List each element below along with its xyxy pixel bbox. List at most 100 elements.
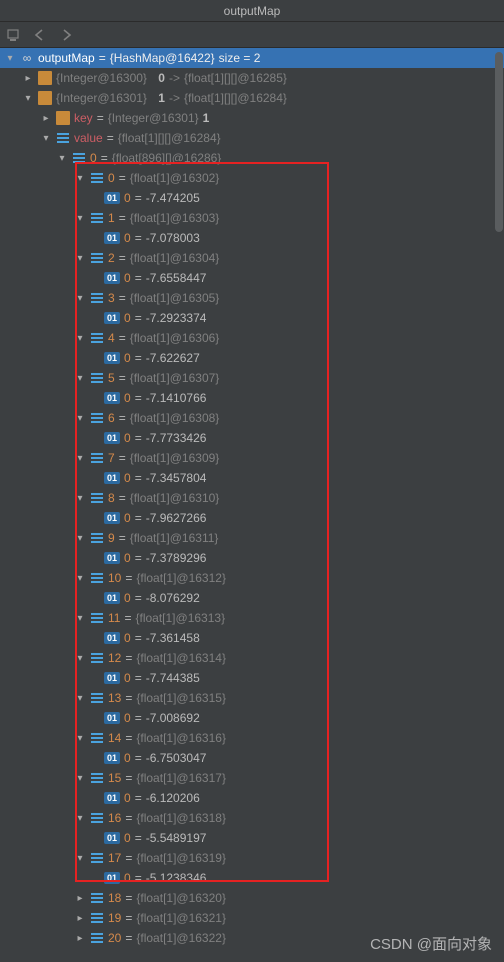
array-item[interactable]: ▾0 = {float[1]@16302} xyxy=(0,168,504,188)
array-leaf[interactable]: 010 = -7.3789296 xyxy=(0,548,504,568)
index-label: 0 xyxy=(124,671,131,685)
array-leaf[interactable]: 010 = -8.076292 xyxy=(0,588,504,608)
array-leaf[interactable]: 010 = -7.744385 xyxy=(0,668,504,688)
array-item[interactable]: ▾4 = {float[1]@16306} xyxy=(0,328,504,348)
collapse-arrow-icon[interactable]: ▸ xyxy=(74,893,86,904)
array-item[interactable]: ▾2 = {float[1]@16304} xyxy=(0,248,504,268)
new-watch-icon[interactable] xyxy=(6,27,22,43)
array-leaf[interactable]: 010 = -7.1410766 xyxy=(0,388,504,408)
scrollbar[interactable] xyxy=(494,48,504,962)
expand-arrow-icon[interactable]: ▾ xyxy=(74,733,86,744)
array-leaf[interactable]: 010 = -7.622627 xyxy=(0,348,504,368)
array-item[interactable]: ▾16 = {float[1]@16318} xyxy=(0,808,504,828)
expand-arrow-icon[interactable]: ▾ xyxy=(74,333,86,344)
value-type: {float[1]@16307} xyxy=(130,371,220,385)
primitive-icon: 01 xyxy=(104,232,120,244)
collapse-arrow-icon[interactable]: ▸ xyxy=(74,913,86,924)
expand-arrow-icon[interactable]: ▾ xyxy=(74,173,86,184)
expand-arrow-icon[interactable]: ▾ xyxy=(74,773,86,784)
array-item[interactable]: ▾13 = {float[1]@16315} xyxy=(0,688,504,708)
back-arrow-icon[interactable] xyxy=(32,27,48,43)
value-type: {float[1]@16312} xyxy=(136,571,226,585)
value-type: {float[1]@16319} xyxy=(136,851,226,865)
array-item[interactable]: ▾3 = {float[1]@16305} xyxy=(0,288,504,308)
array-leaf[interactable]: 010 = -6.120206 xyxy=(0,788,504,808)
array-item[interactable]: ▾1 = {float[1]@16303} xyxy=(0,208,504,228)
equals-text: = xyxy=(135,871,142,885)
expand-arrow-icon[interactable]: ▾ xyxy=(74,533,86,544)
array-item[interactable]: ▾14 = {float[1]@16316} xyxy=(0,728,504,748)
expand-arrow-icon[interactable]: ▾ xyxy=(74,293,86,304)
array-level-0[interactable]: ▾ 0 = {float[896][]@16286} xyxy=(0,148,504,168)
array-leaf[interactable]: 010 = -7.474205 xyxy=(0,188,504,208)
scroll-thumb[interactable] xyxy=(495,52,503,232)
expand-arrow-icon[interactable]: ▾ xyxy=(74,253,86,264)
index-label: 5 xyxy=(108,371,115,385)
index-label: 0 xyxy=(124,431,131,445)
array-item[interactable]: ▾8 = {float[1]@16310} xyxy=(0,488,504,508)
root-row[interactable]: ▾ ∞ outputMap = {HashMap@16422} size = 2 xyxy=(0,48,504,68)
expand-arrow-icon[interactable]: ▾ xyxy=(74,693,86,704)
expand-arrow-icon[interactable]: ▾ xyxy=(22,93,34,104)
float-value: -6.120206 xyxy=(146,791,200,805)
primitive-icon: 01 xyxy=(104,472,120,484)
entry-value-row[interactable]: ▾ value = {float[1][][]@16284} xyxy=(0,128,504,148)
array-icon xyxy=(90,731,104,745)
float-value: -7.2923374 xyxy=(146,311,207,325)
expand-arrow-icon[interactable]: ▾ xyxy=(56,153,68,164)
expand-arrow-icon[interactable]: ▾ xyxy=(74,573,86,584)
collapse-arrow-icon[interactable]: ▸ xyxy=(74,933,86,944)
array-leaf[interactable]: 010 = -7.361458 xyxy=(0,628,504,648)
index-label: 0 xyxy=(124,511,131,525)
float-value: -7.078003 xyxy=(146,231,200,245)
array-leaf[interactable]: 010 = -7.9627266 xyxy=(0,508,504,528)
expand-arrow-icon[interactable]: ▾ xyxy=(74,853,86,864)
array-item[interactable]: ▸19 = {float[1]@16321} xyxy=(0,908,504,928)
array-leaf[interactable]: 010 = -7.078003 xyxy=(0,228,504,248)
value-type: {float[1]@16317} xyxy=(136,771,226,785)
expand-arrow-icon[interactable]: ▾ xyxy=(74,493,86,504)
array-item[interactable]: ▾7 = {float[1]@16309} xyxy=(0,448,504,468)
array-item[interactable]: ▸18 = {float[1]@16320} xyxy=(0,888,504,908)
expand-arrow-icon[interactable]: ▾ xyxy=(74,413,86,424)
primitive-icon: 01 xyxy=(104,752,120,764)
equals-text: = xyxy=(135,511,142,525)
array-item[interactable]: ▾15 = {float[1]@16317} xyxy=(0,768,504,788)
array-item[interactable]: ▾5 = {float[1]@16307} xyxy=(0,368,504,388)
expand-arrow-icon[interactable]: ▾ xyxy=(74,613,86,624)
array-leaf[interactable]: 010 = -5.1238346 xyxy=(0,868,504,888)
array-leaf[interactable]: 010 = -5.5489197 xyxy=(0,828,504,848)
expand-arrow-icon[interactable]: ▾ xyxy=(74,653,86,664)
expand-arrow-icon[interactable]: ▾ xyxy=(4,53,16,64)
array-leaf[interactable]: 010 = -7.2923374 xyxy=(0,308,504,328)
array-leaf[interactable]: 010 = -7.3457804 xyxy=(0,468,504,488)
collapse-arrow-icon[interactable]: ▸ xyxy=(22,73,34,84)
entry-key-row[interactable]: ▸ key = {Integer@16301} 1 xyxy=(0,108,504,128)
array-leaf[interactable]: 010 = -6.7503047 xyxy=(0,748,504,768)
equals-text: = xyxy=(125,931,132,945)
array-item[interactable]: ▸20 = {float[1]@16322} xyxy=(0,928,504,948)
expand-arrow-icon[interactable]: ▾ xyxy=(74,813,86,824)
array-item[interactable]: ▾17 = {float[1]@16319} xyxy=(0,848,504,868)
expand-arrow-icon[interactable]: ▾ xyxy=(40,133,52,144)
expand-arrow-icon[interactable]: ▾ xyxy=(74,453,86,464)
map-entry-0[interactable]: ▸ {Integer@16300} 0 -> {float[1][][]@162… xyxy=(0,68,504,88)
array-item[interactable]: ▾10 = {float[1]@16312} xyxy=(0,568,504,588)
value-type: {float[1][][]@16284} xyxy=(118,131,221,145)
map-entry-1[interactable]: ▾ {Integer@16301} 1 -> {float[1][][]@162… xyxy=(0,88,504,108)
index-label: 2 xyxy=(108,251,115,265)
array-leaf[interactable]: 010 = -7.008692 xyxy=(0,708,504,728)
array-leaf[interactable]: 010 = -7.7733426 xyxy=(0,428,504,448)
array-item[interactable]: ▾11 = {float[1]@16313} xyxy=(0,608,504,628)
collapse-arrow-icon[interactable]: ▸ xyxy=(40,113,52,124)
array-leaf[interactable]: 010 = -7.6558447 xyxy=(0,268,504,288)
forward-arrow-icon[interactable] xyxy=(58,27,74,43)
equals-text: = xyxy=(135,351,142,365)
float-value: -7.3789296 xyxy=(146,551,207,565)
expand-arrow-icon[interactable]: ▾ xyxy=(74,373,86,384)
array-item[interactable]: ▾9 = {float[1]@16311} xyxy=(0,528,504,548)
array-item[interactable]: ▾6 = {float[1]@16308} xyxy=(0,408,504,428)
array-item[interactable]: ▾12 = {float[1]@16314} xyxy=(0,648,504,668)
entry-val: {float[1][][]@16285} xyxy=(184,71,287,85)
expand-arrow-icon[interactable]: ▾ xyxy=(74,213,86,224)
